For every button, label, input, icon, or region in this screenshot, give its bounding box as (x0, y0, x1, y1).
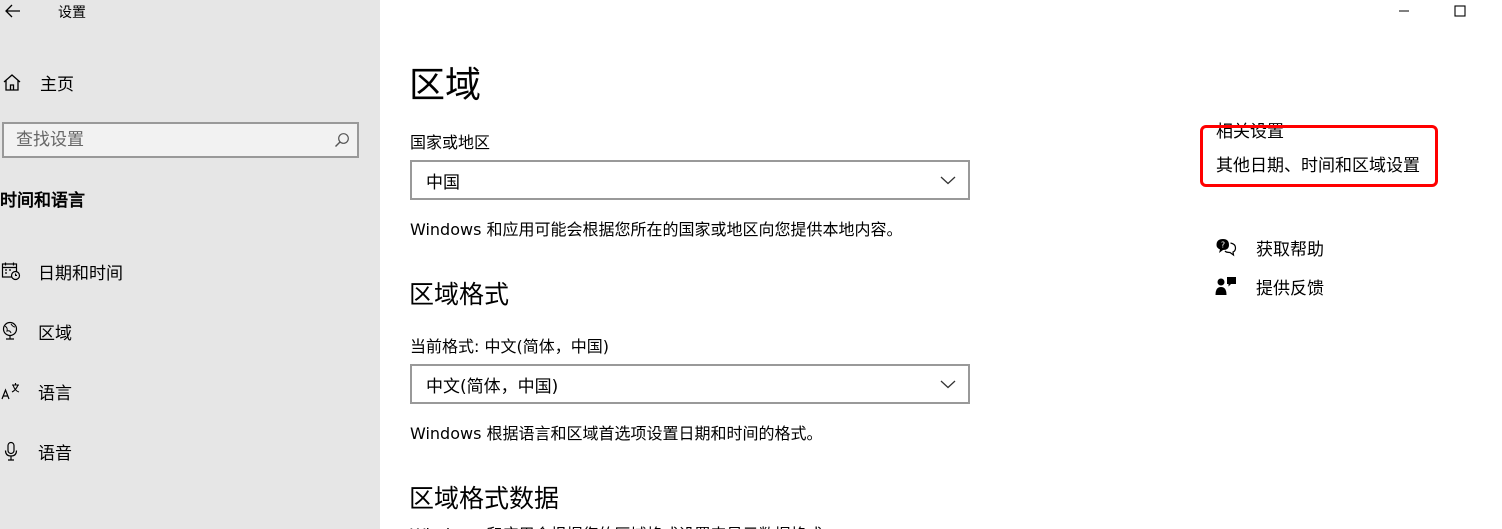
sidebar-item-region[interactable]: 区域 (0, 311, 380, 351)
search-icon[interactable] (327, 132, 357, 148)
language-icon (0, 381, 22, 401)
sidebar-item-label: 语音 (38, 443, 72, 464)
main-content: 区域 国家或地区 中国 Windows 和应用可能会根据您所在的国家或地区向您提… (380, 0, 1502, 529)
sidebar-item-label: 日期和时间 (38, 263, 123, 284)
sidebar: 设置 主页 时间和语言 (0, 0, 380, 529)
get-help-link[interactable]: ? 获取帮助 (1214, 233, 1324, 261)
sidebar-item-label: 主页 (40, 74, 74, 95)
help-chat-icon: ? (1214, 237, 1238, 257)
chevron-down-icon (940, 176, 956, 185)
sidebar-item-label: 语言 (38, 383, 72, 404)
calendar-clock-icon (0, 261, 22, 281)
country-value: 中国 (426, 172, 460, 193)
format-data-heading: 区域格式数据 (409, 484, 560, 513)
back-button[interactable] (0, 0, 26, 22)
highlight-annotation (1200, 125, 1438, 187)
get-help-label: 获取帮助 (1256, 239, 1324, 260)
format-description: Windows 根据语言和区域首选项设置日期和时间的格式。 (410, 424, 823, 443)
search-box[interactable] (2, 122, 359, 158)
sidebar-item-speech[interactable]: 语音 (0, 431, 380, 471)
format-value: 中文(简体，中国) (426, 376, 559, 397)
give-feedback-label: 提供反馈 (1256, 278, 1324, 299)
sidebar-item-home[interactable]: 主页 (0, 66, 380, 98)
sidebar-item-language[interactable]: 语言 (0, 371, 380, 411)
sidebar-item-date-time[interactable]: 日期和时间 (0, 251, 380, 291)
format-dropdown[interactable]: 中文(简体，中国) (410, 364, 970, 404)
chevron-down-icon (940, 380, 956, 389)
country-dropdown[interactable]: 中国 (410, 160, 970, 200)
svg-text:?: ? (1221, 241, 1225, 250)
feedback-icon (1214, 276, 1238, 296)
sidebar-item-label: 区域 (38, 323, 72, 344)
window-title: 设置 (58, 5, 86, 21)
home-icon (0, 72, 24, 92)
search-input[interactable] (4, 124, 327, 156)
sidebar-section-title: 时间和语言 (0, 191, 85, 211)
format-heading: 区域格式 (409, 280, 510, 309)
page-title: 区域 (409, 65, 482, 106)
current-format-label: 当前格式: 中文(简体，中国) (410, 337, 609, 356)
country-label: 国家或地区 (410, 133, 491, 152)
settings-window: 设置 主页 时间和语言 (0, 0, 1502, 529)
arrow-left-icon (5, 4, 20, 18)
country-description: Windows 和应用可能会根据您所在的国家或地区向您提供本地内容。 (410, 220, 903, 239)
give-feedback-link[interactable]: 提供反馈 (1214, 272, 1324, 300)
globe-icon (0, 321, 22, 341)
microphone-icon (0, 441, 22, 461)
format-data-description: Windows 和应用会根据您的区域格式设置来显示数据格式 (410, 520, 960, 529)
